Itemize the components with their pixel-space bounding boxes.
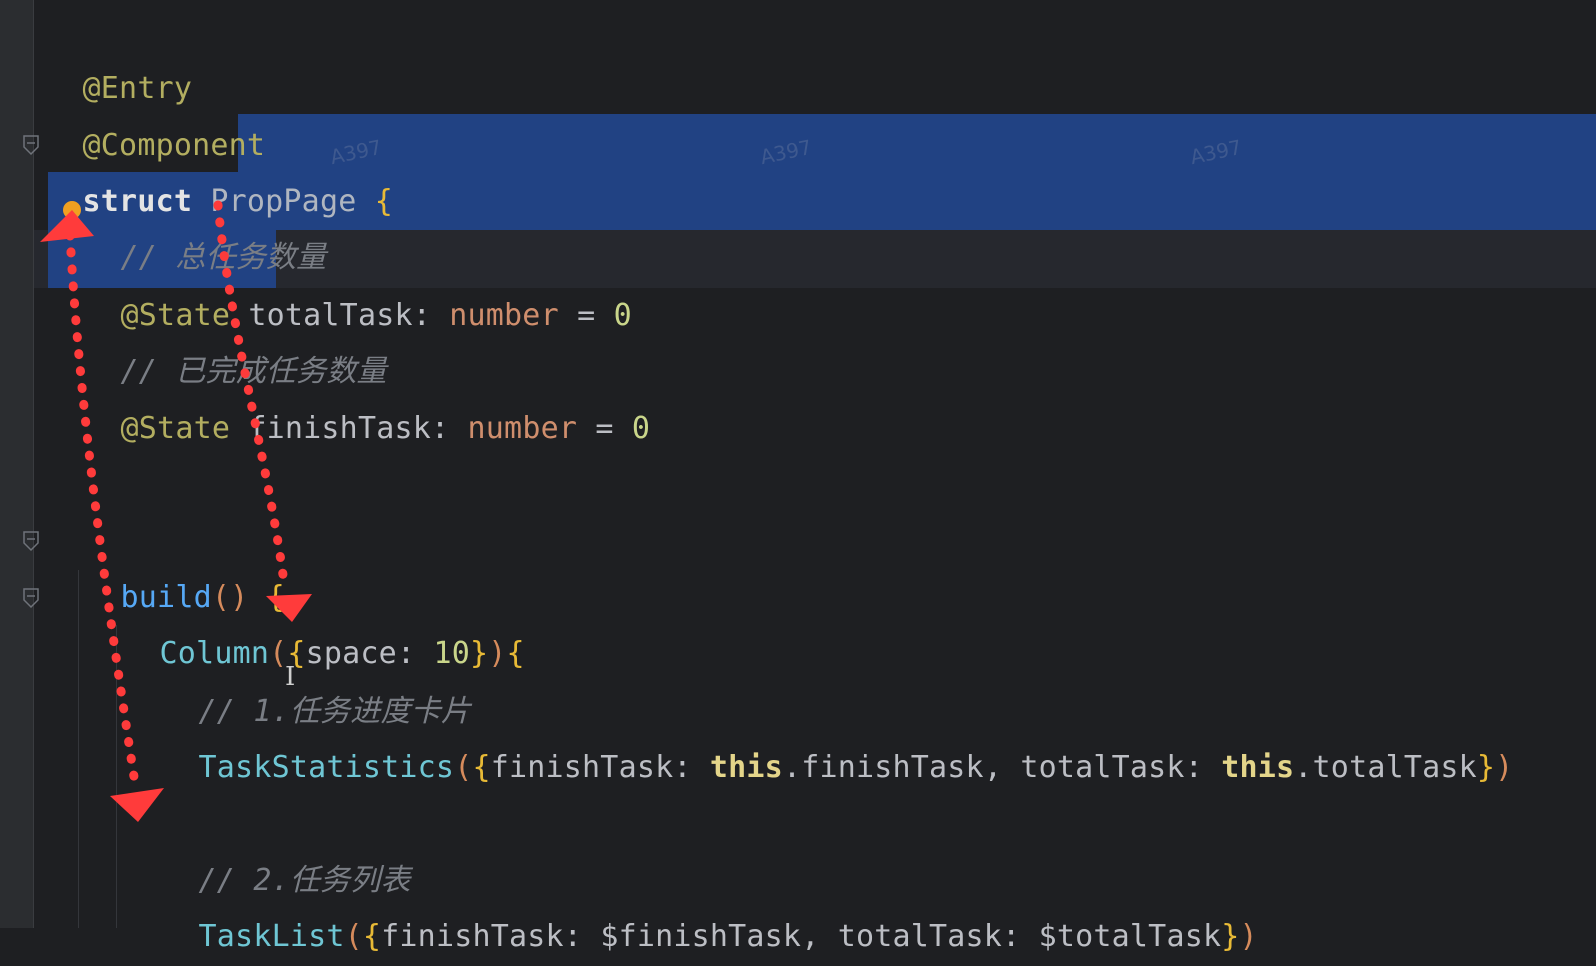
colon: :: [1184, 750, 1203, 785]
selection-highlight: [238, 114, 1596, 172]
code-line-4[interactable]: // 总任务数量: [84, 171, 327, 275]
open-brace: {: [506, 636, 525, 671]
indent-guide: [78, 570, 79, 928]
paren: (: [344, 919, 363, 954]
brace: }: [470, 636, 489, 671]
paren: ): [1495, 750, 1514, 785]
code-line-2[interactable]: @Component: [46, 59, 265, 163]
type-name: number: [449, 298, 559, 333]
fold-icon[interactable]: [22, 587, 40, 609]
code-line-1[interactable]: @Entry: [46, 2, 192, 106]
code-line-10[interactable]: // 1.任务进度卡片: [162, 625, 471, 729]
fold-icon[interactable]: [22, 134, 40, 156]
colon: :: [673, 750, 692, 785]
fold-icon[interactable]: [22, 530, 40, 552]
code-line-11[interactable]: TaskStatistics({finishTask: this.finishT…: [162, 681, 1514, 785]
paren: (: [454, 750, 473, 785]
brace: }: [1221, 919, 1240, 954]
paren: ): [1239, 919, 1258, 954]
state-link: $totalTask: [1038, 919, 1222, 954]
variable-name: finishTask: [248, 411, 431, 446]
code-line-5[interactable]: @State totalTask: number = 0: [84, 229, 632, 333]
property-key: finishTask: [490, 750, 674, 785]
open-brace: {: [374, 184, 393, 219]
state-link: $finishTask,: [600, 919, 820, 954]
code-line-7[interactable]: @State finishTask: number = 0: [84, 342, 650, 446]
code-line-9[interactable]: Column({space: 10}){: [123, 567, 525, 671]
property-key: totalTask: [1020, 750, 1185, 785]
colon: :: [563, 919, 583, 954]
property-key: finishTask: [381, 919, 564, 954]
paren: ): [488, 636, 507, 671]
code-line-13[interactable]: TaskList({finishTask: $finishTask, total…: [162, 850, 1258, 954]
brace: }: [1476, 750, 1496, 785]
member-access: .totalTask: [1294, 750, 1477, 785]
component-name: TaskList: [198, 919, 345, 954]
code-line-8[interactable]: build() {: [84, 511, 285, 615]
component-name: TaskStatistics: [198, 750, 455, 785]
decorator: @State: [120, 411, 231, 446]
this-keyword: this: [1221, 750, 1295, 785]
number-literal: 0: [613, 298, 632, 333]
code-line-12[interactable]: // 2.任务列表: [162, 794, 411, 898]
assign-op: =: [577, 298, 596, 333]
brace: {: [472, 750, 491, 785]
colon: :: [431, 411, 450, 446]
assign-op: =: [595, 411, 614, 446]
code-line-6[interactable]: // 已完成任务数量: [84, 285, 387, 389]
type-name: number: [467, 411, 578, 446]
number-literal: 0: [631, 411, 651, 446]
member-access: .finishTask,: [782, 750, 1003, 785]
brace: {: [362, 919, 382, 954]
code-line-3[interactable]: struct PropPage {: [46, 115, 393, 219]
this-keyword: this: [709, 750, 783, 785]
ibeam-cursor-icon: I: [285, 662, 296, 692]
colon: :: [412, 298, 431, 333]
property-key: totalTask: [837, 919, 1003, 954]
indent-guide: [116, 625, 117, 928]
colon: :: [1002, 919, 1021, 954]
